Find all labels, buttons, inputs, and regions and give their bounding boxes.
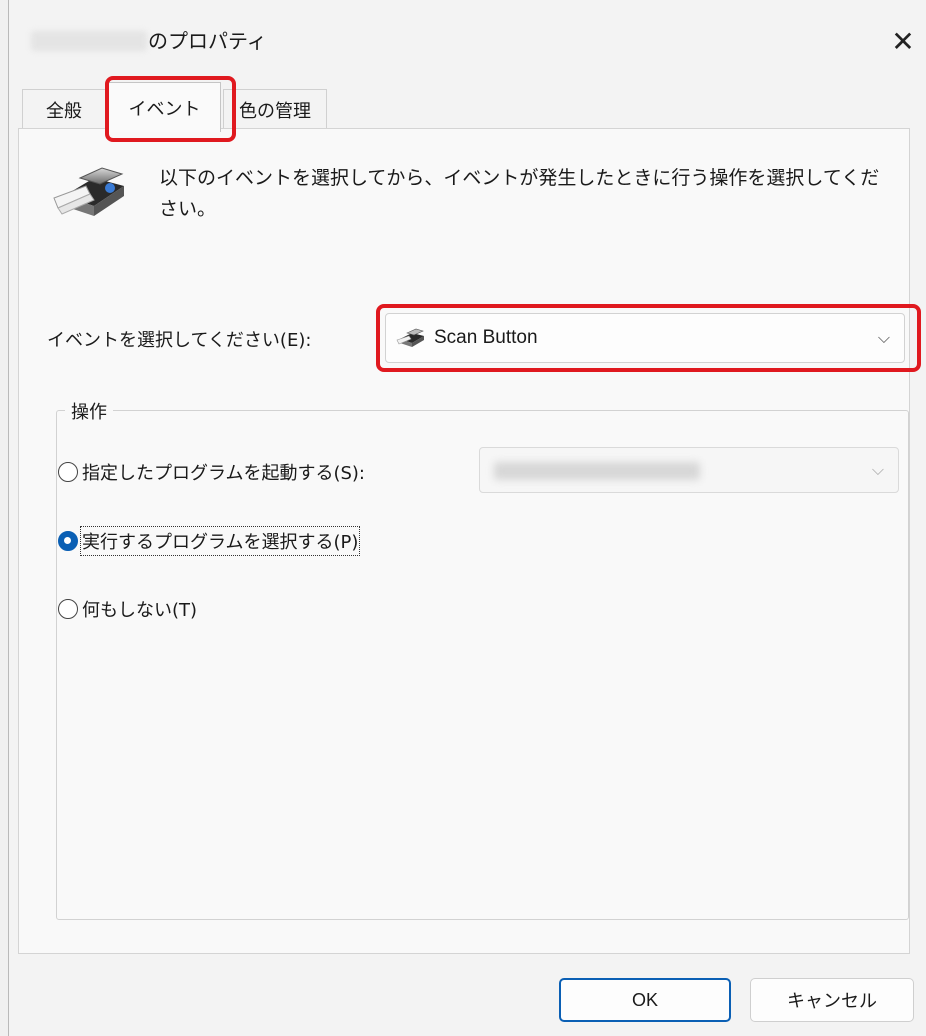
ok-button[interactable]: OK [559, 978, 731, 1022]
event-dropdown[interactable]: Scan Button ⌵ [385, 313, 905, 363]
chevron-down-icon: ⌵ [871, 460, 884, 479]
radio-start-program-label: 指定したプログラムを起動する(S): [82, 463, 365, 484]
program-name-redacted [494, 462, 700, 480]
cancel-button[interactable]: キャンセル [750, 978, 914, 1022]
event-select-label: イベントを選択してください(E): [47, 330, 312, 351]
title-bar: のプロパティ ✕ [9, 0, 926, 86]
tab-event[interactable]: イベント [108, 82, 221, 132]
radio-button-checked[interactable] [58, 531, 78, 551]
chevron-down-icon: ⌵ [877, 328, 890, 347]
instruction-text: 以下のイベントを選択してから、イベントが発生したときに行う操作を選択してください… [159, 167, 880, 220]
radio-select-program-label: 実行するプログラムを選択する(P) [79, 526, 361, 556]
event-dropdown-value: Scan Button [434, 327, 538, 348]
radio-button[interactable] [58, 599, 78, 619]
scanner-icon [53, 167, 124, 216]
radio-start-program[interactable]: 指定したプログラムを起動する(S): [58, 459, 365, 485]
close-button[interactable]: ✕ [880, 18, 926, 64]
scanner-icon [396, 328, 424, 347]
tab-general[interactable]: 全般 [22, 89, 106, 129]
radio-do-nothing[interactable]: 何もしない(T) [58, 596, 197, 622]
tab-color-management[interactable]: 色の管理 [223, 89, 327, 129]
program-dropdown: ⌵ [479, 447, 899, 493]
window-title: のプロパティ [148, 29, 267, 53]
radio-do-nothing-label: 何もしない(T) [82, 600, 198, 621]
radio-select-program[interactable]: 実行するプログラムを選択する(P) [58, 526, 361, 556]
device-name-redacted [31, 31, 147, 51]
actions-group-label: 操作 [65, 398, 113, 424]
radio-button[interactable] [58, 462, 78, 482]
